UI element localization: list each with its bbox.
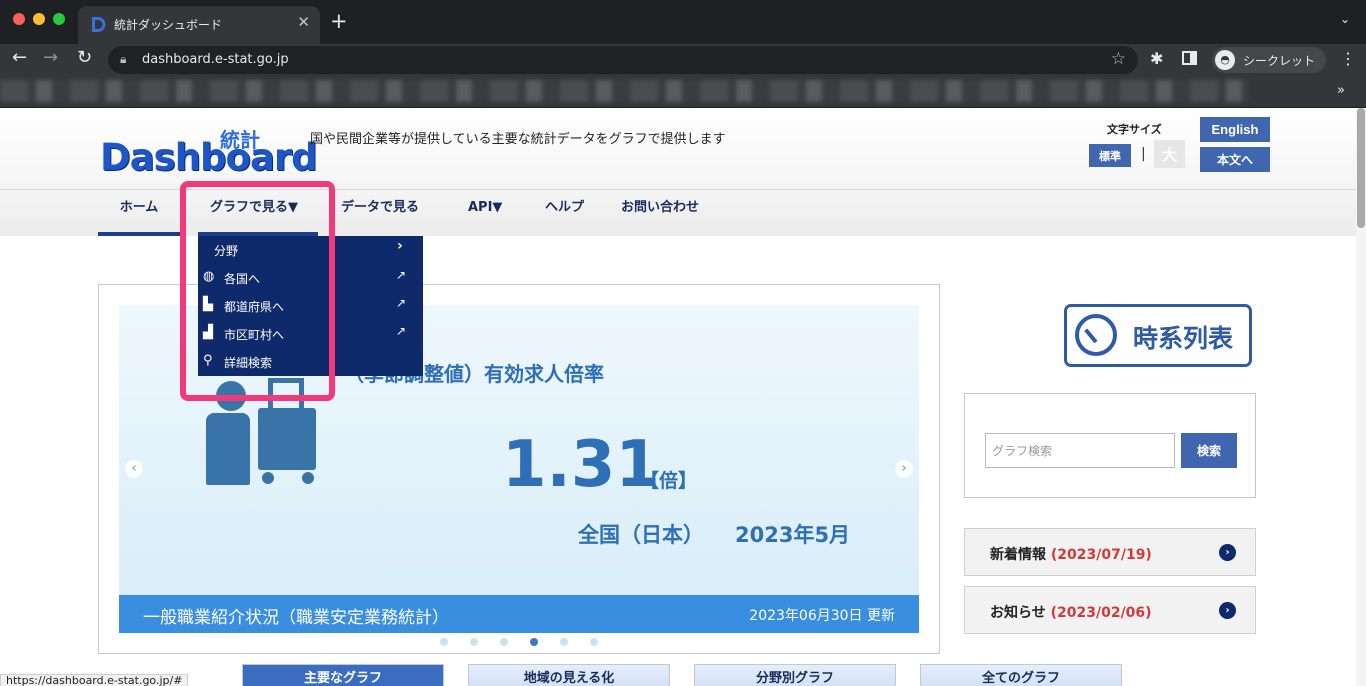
annotation-highlight-box [180, 181, 335, 401]
carousel-dot[interactable] [500, 638, 508, 646]
news-label: 新着情報 (2023/07/19) [990, 547, 1152, 563]
font-large-button[interactable]: 大 [1154, 140, 1185, 168]
suitcase-wheel [262, 472, 274, 484]
carousel-dot[interactable] [590, 638, 598, 646]
nav-home[interactable]: ホーム [98, 190, 180, 236]
slide-unit: 【倍】 [640, 470, 698, 492]
forward-arrow-icon[interactable]: → [43, 47, 58, 68]
bookmarks-overflow-icon[interactable]: » [1337, 83, 1345, 98]
carousel-prev-icon[interactable]: ‹ [125, 460, 143, 478]
address-url[interactable]: dashboard.e-stat.go.jp [142, 52, 289, 67]
tab-title: 統計ダッシュボード [114, 18, 223, 32]
browser-tab[interactable]: 統計ダッシュボード ✕ [78, 6, 320, 44]
carousel-dot[interactable] [530, 638, 538, 646]
slide-value: 1.31 [502, 428, 660, 502]
blurred-bookmarks [0, 80, 1250, 102]
suitcase-wheel [302, 472, 314, 484]
status-bar-url: https://dashboard.e-stat.go.jp/# [0, 674, 189, 686]
maximize-window-button[interactable] [53, 13, 65, 25]
tab-search-chevron-icon[interactable]: ⌄ [1340, 12, 1350, 26]
tab-graphs-by-field[interactable]: 分野別グラフ [694, 664, 896, 686]
news-notice[interactable]: お知らせ (2023/02/06) › [964, 586, 1256, 634]
news-date: (2023/02/06) [1050, 605, 1152, 621]
nav-contact[interactable]: お問い合わせ [621, 190, 699, 236]
worker-illustration-body [206, 413, 250, 485]
minimize-window-button[interactable] [33, 13, 45, 25]
tab-close-icon[interactable]: ✕ [297, 13, 310, 31]
slide-region: 全国（日本） [578, 523, 704, 547]
dashboard-favicon-icon [92, 17, 106, 32]
reload-icon[interactable]: ↻ [77, 47, 92, 68]
lock-icon: 🔒︎ [120, 52, 127, 66]
graph-search-button[interactable]: 検索 [1181, 433, 1237, 468]
timeseries-table-button[interactable]: 時系列表 [1064, 304, 1252, 367]
chevron-right-icon: › [397, 238, 403, 254]
site-logo[interactable]: 統計 Dashboard [100, 124, 318, 180]
carousel-dot[interactable] [440, 638, 448, 646]
browser-toolbar: ← → ↻ 🔒︎ dashboard.e-stat.go.jp ☆ ✱ ◓ シー… [0, 44, 1366, 76]
browser-menu-icon[interactable]: ⋮ [1340, 49, 1356, 68]
external-link-icon: ↗ [396, 296, 407, 310]
font-standard-button[interactable]: 標準 [1089, 144, 1131, 167]
suitcase-illustration [258, 408, 316, 470]
close-window-button[interactable] [13, 13, 25, 25]
back-arrow-icon[interactable]: ← [12, 47, 27, 68]
page-scrollbar[interactable] [1356, 108, 1366, 686]
logo-wordmark: Dashboard [100, 136, 318, 179]
bookmarks-bar: » [0, 76, 1366, 108]
address-bar[interactable]: 🔒︎ dashboard.e-stat.go.jp ☆ [108, 46, 1138, 74]
slide-updated: 2023年06月30日 更新 [749, 608, 895, 624]
nav-api[interactable]: API▼ [468, 190, 502, 236]
graph-search-input[interactable] [985, 433, 1175, 468]
bookmark-star-icon[interactable]: ☆ [1111, 49, 1126, 69]
new-tab-button[interactable]: + [330, 9, 348, 33]
external-link-icon: ↗ [396, 268, 407, 282]
incognito-icon: ◓ [1215, 50, 1235, 70]
news-whatsnew[interactable]: 新着情報 (2023/07/19) › [964, 528, 1256, 576]
graph-search-panel: 検索 [964, 393, 1256, 498]
tab-all-graphs[interactable]: 全てのグラフ [920, 664, 1122, 686]
page-viewport: 統計 Dashboard 国や民間企業等が提供している主要な統計データをグラフで… [0, 108, 1356, 686]
extensions-puzzle-icon[interactable]: ✱ [1150, 49, 1163, 68]
carousel-dot[interactable] [470, 638, 478, 646]
font-size-label: 文字サイズ [1107, 123, 1162, 136]
incognito-badge[interactable]: ◓ シークレット [1212, 47, 1326, 73]
nav-data[interactable]: データで見る [341, 190, 419, 236]
browser-titlebar: 統計ダッシュボード ✕ + ⌄ [0, 0, 1366, 44]
timeseries-label: 時系列表 [1133, 324, 1234, 353]
slide-date: 2023年5月 [735, 523, 851, 547]
carousel-dot[interactable] [560, 638, 568, 646]
chevron-circle-right-icon[interactable]: › [1219, 602, 1236, 619]
nav-help[interactable]: ヘルプ [545, 190, 584, 236]
english-button[interactable]: English [1200, 117, 1270, 142]
carousel-next-icon[interactable]: › [895, 460, 913, 478]
tab-main-graphs[interactable]: 主要なグラフ [242, 664, 444, 686]
chevron-circle-right-icon[interactable]: › [1219, 544, 1236, 561]
slide-footer[interactable]: 一般職業紹介状況（職業安定業務統計） 2023年06月30日 更新 [119, 595, 919, 633]
slide-source: 一般職業紹介状況（職業安定業務統計） [143, 608, 449, 628]
site-tagline: 国や民間企業等が提供している主要な統計データをグラフで提供します [310, 132, 726, 147]
tab-regional-visualization[interactable]: 地域の見える化 [468, 664, 670, 686]
external-link-icon: ↗ [396, 324, 407, 338]
skip-to-content-button[interactable]: 本文へ [1200, 147, 1270, 172]
news-date: (2023/07/19) [1050, 547, 1152, 563]
font-size-separator: | [1141, 146, 1146, 162]
incognito-label: シークレット [1243, 54, 1316, 68]
side-panel-icon[interactable] [1182, 51, 1197, 65]
scrollbar-thumb[interactable] [1357, 108, 1365, 228]
news-label: お知らせ (2023/02/06) [990, 605, 1152, 621]
clock-icon [1075, 314, 1117, 356]
